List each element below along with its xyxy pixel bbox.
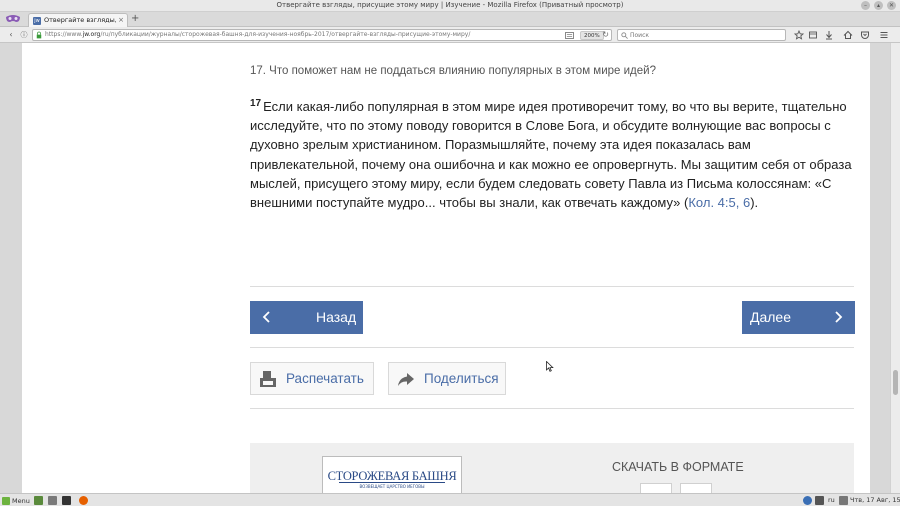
share-button[interactable]: Поделиться <box>388 362 506 395</box>
divider <box>250 408 854 409</box>
maximize-button[interactable]: ▴ <box>874 1 883 10</box>
prev-article-button[interactable]: Назад <box>250 301 363 334</box>
minimize-button[interactable]: – <box>861 1 870 10</box>
share-arrow-icon <box>398 373 414 386</box>
private-browsing-icon <box>6 15 20 22</box>
paragraph-end: ). <box>750 195 759 211</box>
search-bar[interactable] <box>617 29 786 41</box>
url-text: https://www.jw.org/ru/публикации/журналы… <box>45 31 471 38</box>
page-scrollbar[interactable] <box>890 43 900 493</box>
scripture-link[interactable]: Кол. 4:5, 6 <box>688 195 750 210</box>
network-icon[interactable] <box>815 496 824 505</box>
pocket-icon[interactable] <box>859 29 871 41</box>
article-paragraph: 17 Если какая-либо популярная в этом мире… <box>250 94 854 212</box>
cover-rule <box>339 482 445 483</box>
show-desktop-icon[interactable] <box>34 496 43 505</box>
navigation-toolbar: ‹ ⓘ https://www.jw.org/ru/публикации/жур… <box>0 27 900 43</box>
keyboard-layout[interactable]: ru <box>828 495 835 506</box>
window-titlebar: Отвергайте взгляды, присущие этому миру … <box>0 0 900 12</box>
tab-label: Отвергайте взгляды, прис <box>44 16 116 24</box>
close-button[interactable]: ✕ <box>887 1 896 10</box>
paragraph-number: 17 <box>250 98 262 109</box>
bluetooth-icon[interactable] <box>803 496 812 505</box>
back-button[interactable]: ‹ <box>5 29 17 41</box>
mint-menu-icon <box>2 496 10 505</box>
jw-favicon-icon: jw <box>33 17 41 25</box>
search-input[interactable] <box>630 31 780 40</box>
prev-label: Назад <box>316 309 357 325</box>
zoom-level-badge[interactable]: 200% <box>580 31 604 40</box>
study-question: 17. Что поможет нам не поддаться влиянию… <box>250 65 656 77</box>
search-icon <box>621 32 628 39</box>
hamburger-menu-icon[interactable] <box>878 29 890 41</box>
desktop-taskbar: Menu ru Чтв, 17 Авг, 15:22 <box>0 493 900 506</box>
volume-icon[interactable] <box>839 496 848 505</box>
scrollbar-thumb[interactable] <box>893 370 898 395</box>
window-title: Отвергайте взгляды, присущие этому миру … <box>276 1 624 9</box>
printer-icon <box>260 371 276 387</box>
chevron-left-icon <box>262 311 270 323</box>
menu-label: Menu <box>12 496 30 505</box>
new-tab-button[interactable]: + <box>131 13 139 25</box>
browser-content: 17. Что поможет нам не поддаться влиянию… <box>0 43 900 496</box>
cover-subtitle: ВОЗВЕЩАЕТ ЦАРСТВО ИЕГОВЫ <box>359 484 425 489</box>
home-icon[interactable] <box>842 29 854 41</box>
next-label: Далее <box>750 309 792 325</box>
divider <box>250 286 854 287</box>
share-label: Поделиться <box>424 371 499 386</box>
paragraph-text: Если какая-либо популярная в этом мире и… <box>250 99 852 211</box>
file-manager-icon[interactable] <box>48 496 57 505</box>
clock[interactable]: Чтв, 17 Авг, 15:22 <box>850 495 900 506</box>
address-bar[interactable]: https://www.jw.org/ru/публикации/журналы… <box>32 29 612 41</box>
bookmark-star-icon[interactable] <box>793 29 805 41</box>
window-controls: – ▴ ✕ <box>861 1 896 10</box>
magazine-cover[interactable]: СТОРОЖЕВАЯ БАШНЯ ВОЗВЕЩАЕТ ЦАРСТВО ИЕГОВ… <box>322 456 462 496</box>
firefox-icon[interactable] <box>79 496 88 505</box>
print-button[interactable]: Распечатать <box>250 362 374 395</box>
reader-view-icon[interactable] <box>565 32 574 39</box>
download-icon[interactable] <box>823 29 835 41</box>
tab-bar: jw Отвергайте взгляды, прис × + <box>0 12 900 27</box>
reload-button[interactable]: ↻ <box>602 30 609 39</box>
terminal-icon[interactable] <box>62 496 71 505</box>
tab-active[interactable]: jw Отвергайте взгляды, прис × <box>28 13 128 27</box>
web-page: 17. Что поможет нам не поддаться влиянию… <box>22 43 870 496</box>
chevron-right-icon <box>835 311 843 323</box>
print-label: Распечатать <box>286 371 364 386</box>
tab-close-icon[interactable]: × <box>118 16 124 24</box>
site-info-icon[interactable]: ⓘ <box>18 29 30 41</box>
library-icon[interactable] <box>807 29 819 41</box>
download-title: СКАЧАТЬ В ФОРМАТЕ <box>612 460 744 474</box>
download-section: СТОРОЖЕВАЯ БАШНЯ ВОЗВЕЩАЕТ ЦАРСТВО ИЕГОВ… <box>250 443 854 496</box>
start-menu-button[interactable]: Menu <box>2 495 30 506</box>
lock-icon <box>36 31 42 39</box>
divider <box>250 347 854 348</box>
next-article-button[interactable]: Далее <box>742 301 855 334</box>
mouse-cursor-icon <box>546 361 554 372</box>
